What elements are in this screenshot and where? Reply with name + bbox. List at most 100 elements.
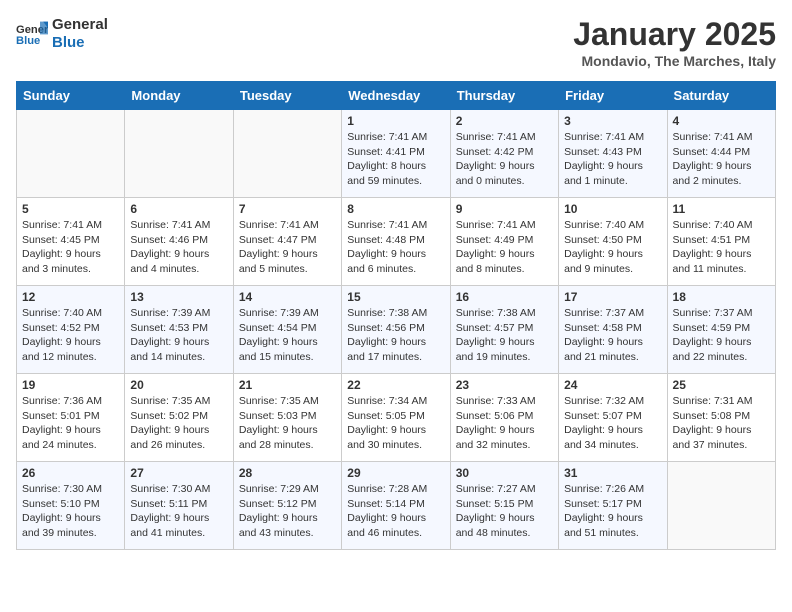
day-info: Sunrise: 7:40 AMSunset: 4:51 PMDaylight:… xyxy=(673,218,770,277)
day-info: Sunrise: 7:41 AMSunset: 4:45 PMDaylight:… xyxy=(22,218,119,277)
day-info: Sunrise: 7:31 AMSunset: 5:08 PMDaylight:… xyxy=(673,394,770,453)
calendar-day-23: 23Sunrise: 7:33 AMSunset: 5:06 PMDayligh… xyxy=(450,374,558,462)
day-number: 29 xyxy=(347,466,444,480)
day-number: 3 xyxy=(564,114,661,128)
calendar-day-29: 29Sunrise: 7:28 AMSunset: 5:14 PMDayligh… xyxy=(342,462,450,550)
logo: General Blue General Blue xyxy=(16,16,108,52)
day-number: 30 xyxy=(456,466,553,480)
calendar-day-27: 27Sunrise: 7:30 AMSunset: 5:11 PMDayligh… xyxy=(125,462,233,550)
calendar-day-16: 16Sunrise: 7:38 AMSunset: 4:57 PMDayligh… xyxy=(450,286,558,374)
day-info: Sunrise: 7:41 AMSunset: 4:44 PMDaylight:… xyxy=(673,130,770,189)
calendar-week-1: 1Sunrise: 7:41 AMSunset: 4:41 PMDaylight… xyxy=(17,110,776,198)
day-number: 24 xyxy=(564,378,661,392)
day-number: 21 xyxy=(239,378,336,392)
day-number: 9 xyxy=(456,202,553,216)
empty-day xyxy=(17,110,125,198)
calendar-day-19: 19Sunrise: 7:36 AMSunset: 5:01 PMDayligh… xyxy=(17,374,125,462)
weekday-header-tuesday: Tuesday xyxy=(233,82,341,110)
day-number: 31 xyxy=(564,466,661,480)
calendar-day-3: 3 Sunrise: 7:41 AMSunset: 4:43 PMDaylight… xyxy=(559,110,667,198)
day-number: 13 xyxy=(130,290,227,304)
calendar-day-22: 22 Sunrise: 7:34 AMSunset: 5:05 PMDayligh… xyxy=(342,374,450,462)
calendar-day-31: 31 Sunrise: 7:26 AMSunset: 5:17 PMDayligh… xyxy=(559,462,667,550)
day-number: 2 xyxy=(456,114,553,128)
calendar-day-7: 7Sunrise: 7:41 AMSunset: 4:47 PMDaylight… xyxy=(233,198,341,286)
svg-text:Blue: Blue xyxy=(16,35,40,47)
calendar-week-5: 26 Sunrise: 7:30 AMSunset: 5:10 PMDayligh… xyxy=(17,462,776,550)
day-info: Sunrise: 7:37 AMSunset: 4:59 PMDaylight:… xyxy=(673,306,770,365)
day-info: Sunrise: 7:40 AMSunset: 4:52 PMDaylight:… xyxy=(22,306,119,365)
day-number: 25 xyxy=(673,378,770,392)
calendar-day-11: 11 Sunrise: 7:40 AMSunset: 4:51 PMDayligh… xyxy=(667,198,775,286)
day-number: 26 xyxy=(22,466,119,480)
weekday-header-monday: Monday xyxy=(125,82,233,110)
calendar-week-3: 12 Sunrise: 7:40 AMSunset: 4:52 PMDayligh… xyxy=(17,286,776,374)
empty-day xyxy=(125,110,233,198)
day-info: Sunrise: 7:30 AMSunset: 5:11 PMDaylight:… xyxy=(130,482,227,541)
day-number: 10 xyxy=(564,202,661,216)
calendar-day-13: 13 Sunrise: 7:39 AMSunset: 4:53 PMDayligh… xyxy=(125,286,233,374)
day-info: Sunrise: 7:39 AMSunset: 4:54 PMDaylight:… xyxy=(239,306,336,365)
calendar-week-4: 19Sunrise: 7:36 AMSunset: 5:01 PMDayligh… xyxy=(17,374,776,462)
calendar-day-17: 17Sunrise: 7:37 AMSunset: 4:58 PMDayligh… xyxy=(559,286,667,374)
weekday-header-sunday: Sunday xyxy=(17,82,125,110)
calendar-day-9: 9 Sunrise: 7:41 AMSunset: 4:49 PMDaylight… xyxy=(450,198,558,286)
day-info: Sunrise: 7:32 AMSunset: 5:07 PMDaylight:… xyxy=(564,394,661,453)
calendar-day-24: 24 Sunrise: 7:32 AMSunset: 5:07 PMDayligh… xyxy=(559,374,667,462)
day-info: Sunrise: 7:34 AMSunset: 5:05 PMDaylight:… xyxy=(347,394,444,453)
day-info: Sunrise: 7:41 AMSunset: 4:47 PMDaylight:… xyxy=(239,218,336,277)
calendar-day-1: 1Sunrise: 7:41 AMSunset: 4:41 PMDaylight… xyxy=(342,110,450,198)
day-info: Sunrise: 7:30 AMSunset: 5:10 PMDaylight:… xyxy=(22,482,119,541)
weekday-header-thursday: Thursday xyxy=(450,82,558,110)
day-number: 12 xyxy=(22,290,119,304)
day-number: 22 xyxy=(347,378,444,392)
day-number: 11 xyxy=(673,202,770,216)
day-info: Sunrise: 7:33 AMSunset: 5:06 PMDaylight:… xyxy=(456,394,553,453)
day-info: Sunrise: 7:41 AMSunset: 4:43 PMDaylight:… xyxy=(564,130,661,189)
calendar-day-20: 20 Sunrise: 7:35 AMSunset: 5:02 PMDayligh… xyxy=(125,374,233,462)
calendar-day-18: 18 Sunrise: 7:37 AMSunset: 4:59 PMDayligh… xyxy=(667,286,775,374)
calendar-day-10: 10Sunrise: 7:40 AMSunset: 4:50 PMDayligh… xyxy=(559,198,667,286)
calendar-header: SundayMondayTuesdayWednesdayThursdayFrid… xyxy=(17,82,776,110)
month-title: January 2025 xyxy=(573,16,776,53)
calendar-day-5: 5 Sunrise: 7:41 AMSunset: 4:45 PMDaylight… xyxy=(17,198,125,286)
day-info: Sunrise: 7:39 AMSunset: 4:53 PMDaylight:… xyxy=(130,306,227,365)
weekday-header-wednesday: Wednesday xyxy=(342,82,450,110)
calendar-day-2: 2 Sunrise: 7:41 AMSunset: 4:42 PMDaylight… xyxy=(450,110,558,198)
calendar-day-28: 28Sunrise: 7:29 AMSunset: 5:12 PMDayligh… xyxy=(233,462,341,550)
calendar-day-25: 25 Sunrise: 7:31 AMSunset: 5:08 PMDayligh… xyxy=(667,374,775,462)
weekday-header-saturday: Saturday xyxy=(667,82,775,110)
calendar-week-2: 5 Sunrise: 7:41 AMSunset: 4:45 PMDaylight… xyxy=(17,198,776,286)
day-number: 20 xyxy=(130,378,227,392)
day-number: 5 xyxy=(22,202,119,216)
day-number: 15 xyxy=(347,290,444,304)
day-info: Sunrise: 7:27 AMSunset: 5:15 PMDaylight:… xyxy=(456,482,553,541)
day-number: 6 xyxy=(130,202,227,216)
calendar-day-8: 8Sunrise: 7:41 AMSunset: 4:48 PMDaylight… xyxy=(342,198,450,286)
day-number: 14 xyxy=(239,290,336,304)
logo-icon: General Blue xyxy=(16,20,48,48)
day-info: Sunrise: 7:41 AMSunset: 4:42 PMDaylight:… xyxy=(456,130,553,189)
day-info: Sunrise: 7:38 AMSunset: 4:56 PMDaylight:… xyxy=(347,306,444,365)
day-info: Sunrise: 7:41 AMSunset: 4:49 PMDaylight:… xyxy=(456,218,553,277)
day-number: 4 xyxy=(673,114,770,128)
calendar-day-14: 14 Sunrise: 7:39 AMSunset: 4:54 PMDayligh… xyxy=(233,286,341,374)
header: General Blue General Blue January 2025 M… xyxy=(16,16,776,69)
calendar-day-6: 6 Sunrise: 7:41 AMSunset: 4:46 PMDaylight… xyxy=(125,198,233,286)
location-subtitle: Mondavio, The Marches, Italy xyxy=(573,53,776,69)
day-number: 18 xyxy=(673,290,770,304)
title-block: January 2025 Mondavio, The Marches, Ital… xyxy=(573,16,776,69)
day-info: Sunrise: 7:35 AMSunset: 5:02 PMDaylight:… xyxy=(130,394,227,453)
day-number: 17 xyxy=(564,290,661,304)
day-number: 19 xyxy=(22,378,119,392)
calendar-day-30: 30 Sunrise: 7:27 AMSunset: 5:15 PMDayligh… xyxy=(450,462,558,550)
calendar-day-4: 4 Sunrise: 7:41 AMSunset: 4:44 PMDaylight… xyxy=(667,110,775,198)
calendar-day-26: 26 Sunrise: 7:30 AMSunset: 5:10 PMDayligh… xyxy=(17,462,125,550)
calendar-day-12: 12 Sunrise: 7:40 AMSunset: 4:52 PMDayligh… xyxy=(17,286,125,374)
day-info: Sunrise: 7:29 AMSunset: 5:12 PMDaylight:… xyxy=(239,482,336,541)
day-info: Sunrise: 7:41 AMSunset: 4:41 PMDaylight:… xyxy=(347,130,444,189)
empty-day xyxy=(233,110,341,198)
day-info: Sunrise: 7:41 AMSunset: 4:46 PMDaylight:… xyxy=(130,218,227,277)
calendar-table: SundayMondayTuesdayWednesdayThursdayFrid… xyxy=(16,81,776,550)
day-info: Sunrise: 7:26 AMSunset: 5:17 PMDaylight:… xyxy=(564,482,661,541)
